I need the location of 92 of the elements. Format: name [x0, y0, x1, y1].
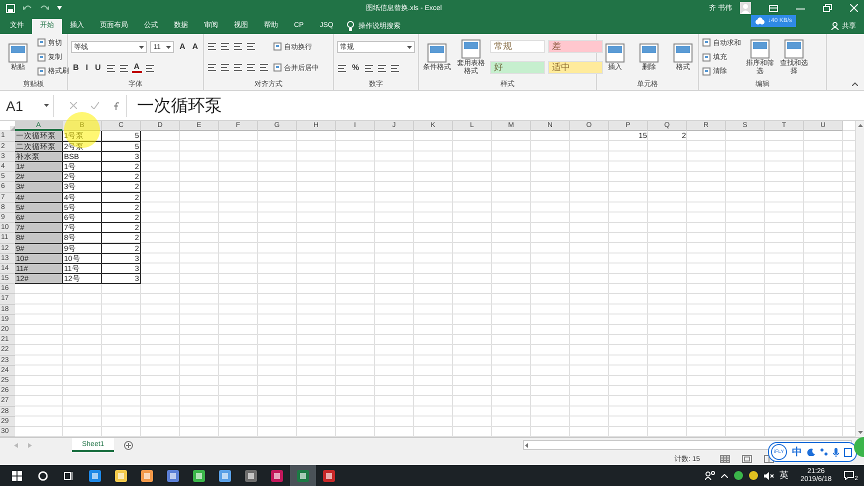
lines-icon[interactable]: [364, 64, 374, 73]
ime-mode[interactable]: 中: [792, 445, 802, 459]
people-icon[interactable]: [704, 471, 714, 480]
app-icon[interactable]: [219, 470, 231, 482]
microphone-icon[interactable]: [833, 448, 839, 456]
document-icon: [702, 66, 711, 76]
lines-icon[interactable]: [390, 64, 400, 73]
cell-style[interactable]: 差: [548, 40, 603, 54]
search-icon[interactable]: [38, 470, 48, 480]
caret-icon[interactable]: [57, 6, 62, 10]
caret-icon: [139, 46, 144, 49]
person-icon: [831, 22, 839, 30]
app-icon[interactable]: [271, 470, 283, 482]
lines-icon[interactable]: [246, 63, 256, 72]
collapse-icon[interactable]: [852, 82, 858, 86]
app-icon[interactable]: [193, 470, 205, 482]
document-icon: [461, 38, 481, 59]
cell-style[interactable]: 适中: [548, 61, 603, 74]
document-icon: [673, 42, 693, 63]
function-icon[interactable]: [113, 102, 121, 110]
app-icon[interactable]: [89, 470, 101, 482]
lines-icon[interactable]: [233, 42, 243, 52]
page-layout-icon[interactable]: [742, 454, 752, 463]
redo-icon[interactable]: [40, 4, 49, 12]
lines-icon[interactable]: [246, 42, 256, 52]
restore-icon[interactable]: [823, 4, 832, 12]
document-icon: [750, 38, 770, 59]
check-icon[interactable]: [91, 102, 99, 109]
format-button[interactable]: U: [93, 63, 103, 74]
cloud-icon: [755, 17, 765, 25]
ribbon-display-icon[interactable]: [769, 4, 778, 12]
document-icon: [8, 42, 28, 63]
document-icon: [427, 42, 447, 63]
lines-icon[interactable]: [220, 63, 230, 72]
document-icon: [273, 42, 282, 52]
format-button[interactable]: A: [177, 42, 188, 52]
format-button[interactable]: I: [84, 63, 90, 74]
format-button[interactable]: B: [71, 63, 81, 74]
lines-icon[interactable]: [144, 64, 155, 73]
windows-logo-icon[interactable]: [12, 470, 22, 480]
left-arrow-icon[interactable]: [525, 442, 528, 448]
down-arrow-icon[interactable]: [858, 431, 862, 434]
lightbulb-icon: [347, 21, 354, 32]
caret-icon: [166, 46, 172, 49]
document-icon: [273, 63, 282, 72]
message-icon: [844, 471, 854, 480]
document-icon: [702, 52, 711, 62]
up-arrow-icon[interactable]: [858, 124, 862, 128]
lines-icon[interactable]: [118, 64, 129, 73]
lines-icon[interactable]: [259, 63, 269, 72]
caret-icon: [407, 46, 412, 49]
lines-icon[interactable]: [337, 64, 347, 73]
chevron-up-icon[interactable]: [720, 474, 728, 478]
lines-icon[interactable]: [220, 42, 230, 52]
app-icon[interactable]: [245, 470, 257, 482]
document-icon: [639, 42, 659, 63]
formula-field[interactable]: 一次循环泵: [131, 94, 864, 117]
lines-icon[interactable]: [207, 63, 217, 72]
avatar-icon[interactable]: [740, 2, 751, 14]
font-color-button[interactable]: A: [132, 63, 142, 74]
add-sheet-icon[interactable]: [124, 440, 134, 450]
app-icon[interactable]: [323, 470, 335, 482]
lines-icon[interactable]: [106, 64, 116, 73]
document-icon: [702, 38, 711, 48]
document-icon: [37, 38, 46, 48]
document-icon: [37, 52, 46, 62]
normal-view-icon[interactable]: [720, 454, 730, 463]
lines-icon[interactable]: [207, 42, 217, 52]
app-icon[interactable]: [167, 470, 179, 482]
format-button[interactable]: A: [190, 42, 200, 52]
name-box[interactable]: A1: [2, 94, 54, 116]
cell-style[interactable]: 好: [490, 61, 545, 74]
document-icon: [37, 66, 46, 76]
cursor-highlight: [64, 112, 100, 148]
cell-style[interactable]: 常规: [490, 40, 545, 54]
moon-icon[interactable]: [807, 448, 815, 456]
document-icon: [784, 38, 804, 59]
speaker-muted-icon[interactable]: [764, 472, 774, 480]
caret-icon: [44, 104, 49, 107]
close-icon[interactable]: [850, 4, 858, 12]
lines-icon[interactable]: [377, 64, 388, 73]
punctuation-icon[interactable]: [820, 448, 828, 456]
undo-icon[interactable]: [23, 4, 32, 12]
vertical-scrollbar[interactable]: [855, 121, 864, 438]
lines-icon[interactable]: [233, 63, 243, 72]
format-button[interactable]: %: [350, 63, 362, 74]
document-icon: [605, 42, 625, 63]
save-icon[interactable]: [6, 4, 15, 13]
app-icon[interactable]: [115, 470, 127, 482]
task-view-icon[interactable]: [64, 470, 74, 480]
language-indicator[interactable]: 英: [780, 469, 788, 482]
app-icon[interactable]: [141, 470, 153, 482]
